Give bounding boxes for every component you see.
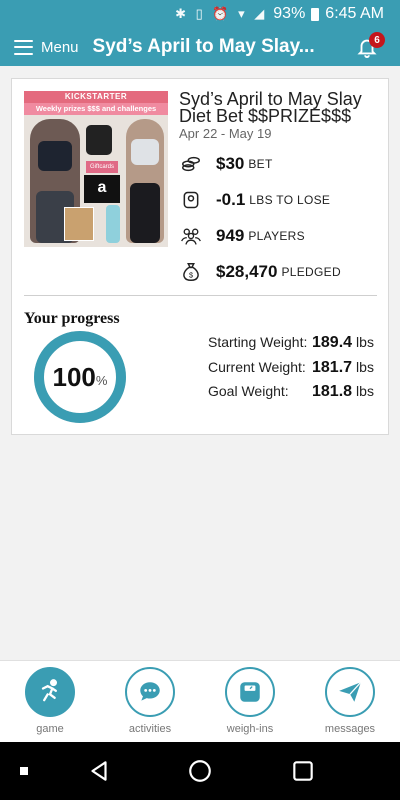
amazon-logo: a (84, 175, 120, 203)
bottle-prize-icon (106, 205, 120, 243)
image-banner: KICKSTARTER (24, 91, 168, 103)
giftcards-label: Giftcards (86, 161, 118, 173)
clock: 6:45 AM (325, 5, 384, 22)
app-header: Menu Syd’s April to May Slay... 6 (0, 28, 400, 66)
bet-card: KICKSTARTER Weekly prizes $$$ and challe… (11, 78, 389, 435)
page-title: Syd’s April to May Slay... (92, 36, 315, 57)
battery-level: 93% (273, 5, 306, 22)
chat-bubble-icon (125, 667, 175, 717)
watch-prize-icon (86, 125, 112, 155)
scale-icon (180, 189, 202, 211)
send-icon (325, 667, 375, 717)
menu-button[interactable]: Menu (14, 39, 79, 56)
divider (24, 295, 377, 296)
scale-icon (225, 667, 275, 717)
starting-weight-row: Starting Weight: 189.4 lbs (208, 334, 374, 351)
hamburger-icon (14, 39, 33, 55)
overview-icon[interactable] (290, 758, 316, 784)
nav-messages[interactable]: messages (300, 667, 400, 743)
nav-weigh-ins[interactable]: weigh-ins (200, 667, 300, 743)
status-bar: ✱ ▯ ⏰ ▾ ◢ 93% 6:45 AM (0, 0, 400, 28)
image-sub-banner: Weekly prizes $$$ and challenges (24, 103, 168, 115)
runner-icon (25, 667, 75, 717)
bet-image[interactable]: KICKSTARTER Weekly prizes $$$ and challe… (24, 91, 168, 247)
stat-pledged: $ $28,470 PLEDGED (180, 261, 341, 283)
people-icon (180, 225, 202, 247)
recents-dot-icon[interactable] (20, 767, 28, 775)
bet-title: Syd’s April to May Slay Diet Bet $$PRIZE… (179, 89, 362, 126)
svg-text:$: $ (189, 271, 193, 280)
coins-icon (180, 153, 202, 175)
money-bag-icon: $ (180, 261, 202, 283)
bet-dates: Apr 22 - May 19 (179, 126, 272, 141)
bottom-nav: game activities weigh-ins messages (0, 660, 400, 742)
nav-activities[interactable]: activities (100, 667, 200, 743)
battery-icon (311, 7, 320, 21)
notifications-button[interactable]: 6 (356, 32, 385, 58)
notification-badge: 6 (369, 32, 385, 48)
stat-bet: $30 BET (180, 153, 273, 175)
stat-players: 949 PLAYERS (180, 225, 305, 247)
android-nav-bar (0, 742, 400, 800)
nav-game[interactable]: game (0, 667, 100, 743)
goal-weight-row: Goal Weight: 181.8 lbs (208, 383, 374, 400)
current-weight-row: Current Weight: 181.7 lbs (208, 359, 374, 376)
home-icon[interactable] (187, 758, 213, 784)
stat-lbs-to-lose: -0.1 LBS TO LOSE (180, 189, 330, 211)
back-icon[interactable] (86, 758, 112, 784)
progress-title: Your progress (24, 310, 120, 327)
status-icons: ✱ ▯ ⏰ ▾ ◢ (175, 6, 268, 21)
progress-percent: 100 % (52, 361, 108, 392)
menu-label: Menu (41, 38, 79, 56)
